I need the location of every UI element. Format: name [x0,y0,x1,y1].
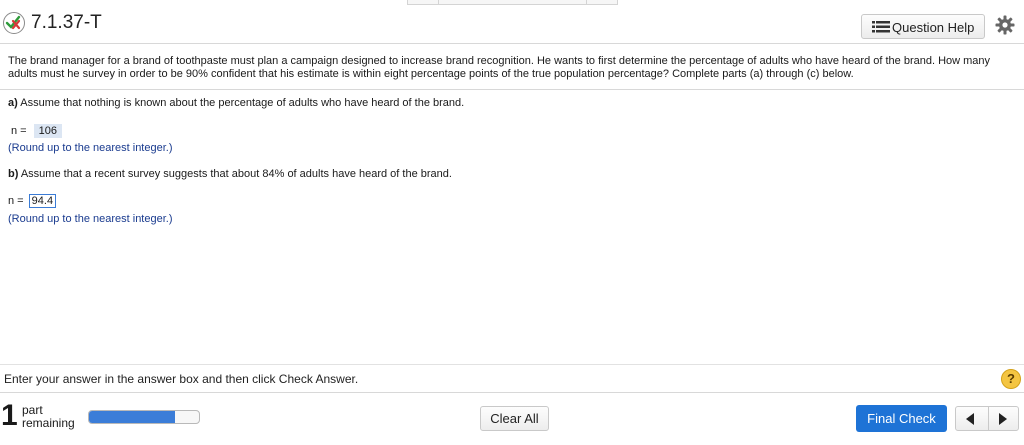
question-help-label: Question Help [892,20,975,35]
part-b-answer-input[interactable]: 94.4 [28,194,57,208]
list-icon [872,21,890,33]
question-stem: The brand manager for a brand of toothpa… [8,55,1014,81]
top-tab-strip [407,0,618,5]
part-a-answer-box[interactable]: 106 [33,124,63,138]
parts-remaining-word2: remaining [22,416,75,430]
question-nav [955,406,1019,431]
parts-remaining-label: part remaining [22,404,75,430]
progress-bar [88,410,200,424]
part-a-text: Assume that nothing is known about the p… [20,97,465,109]
divider [0,89,1024,90]
n-label: n = [8,195,24,207]
next-arrow-icon[interactable] [999,413,1007,425]
clear-all-button[interactable]: Clear All [480,406,549,431]
part-b-prompt: b) Assume that a recent survey suggests … [8,168,452,180]
question-help-button[interactable]: Question Help [861,14,985,39]
final-check-button[interactable]: Final Check [856,405,947,432]
question-id: 7.1.37-T [31,12,102,33]
gear-icon[interactable] [995,15,1015,35]
part-a-hint: (Round up to the nearest integer.) [8,142,173,154]
partially-correct-icon [3,12,25,34]
previous-arrow-icon[interactable] [966,413,974,425]
n-label: n = [11,125,27,137]
part-b-answer-row: n = 94.4 [8,194,57,208]
question-text: The brand manager for a brand of toothpa… [8,55,991,80]
part-a-marker: a) [8,97,18,109]
question-header: 7.1.37-T Question Help [0,9,1024,43]
part-b-text: Assume that a recent survey suggests tha… [20,168,452,180]
part-a-answer-row: n = 106 [11,124,63,138]
progress-fill [89,411,175,423]
part-b-marker: b) [8,168,19,180]
help-question-icon[interactable]: ? [1001,369,1021,389]
nav-divider [988,407,989,430]
parts-remaining-count: 1 [1,399,18,432]
divider [0,43,1024,44]
divider [0,364,1024,365]
tab-divider [438,0,439,4]
divider [0,392,1024,393]
part-a-prompt: a) Assume that nothing is known about th… [8,97,464,109]
tab-divider [586,0,587,4]
part-b-hint: (Round up to the nearest integer.) [8,213,173,225]
answer-instruction: Enter your answer in the answer box and … [4,372,359,386]
